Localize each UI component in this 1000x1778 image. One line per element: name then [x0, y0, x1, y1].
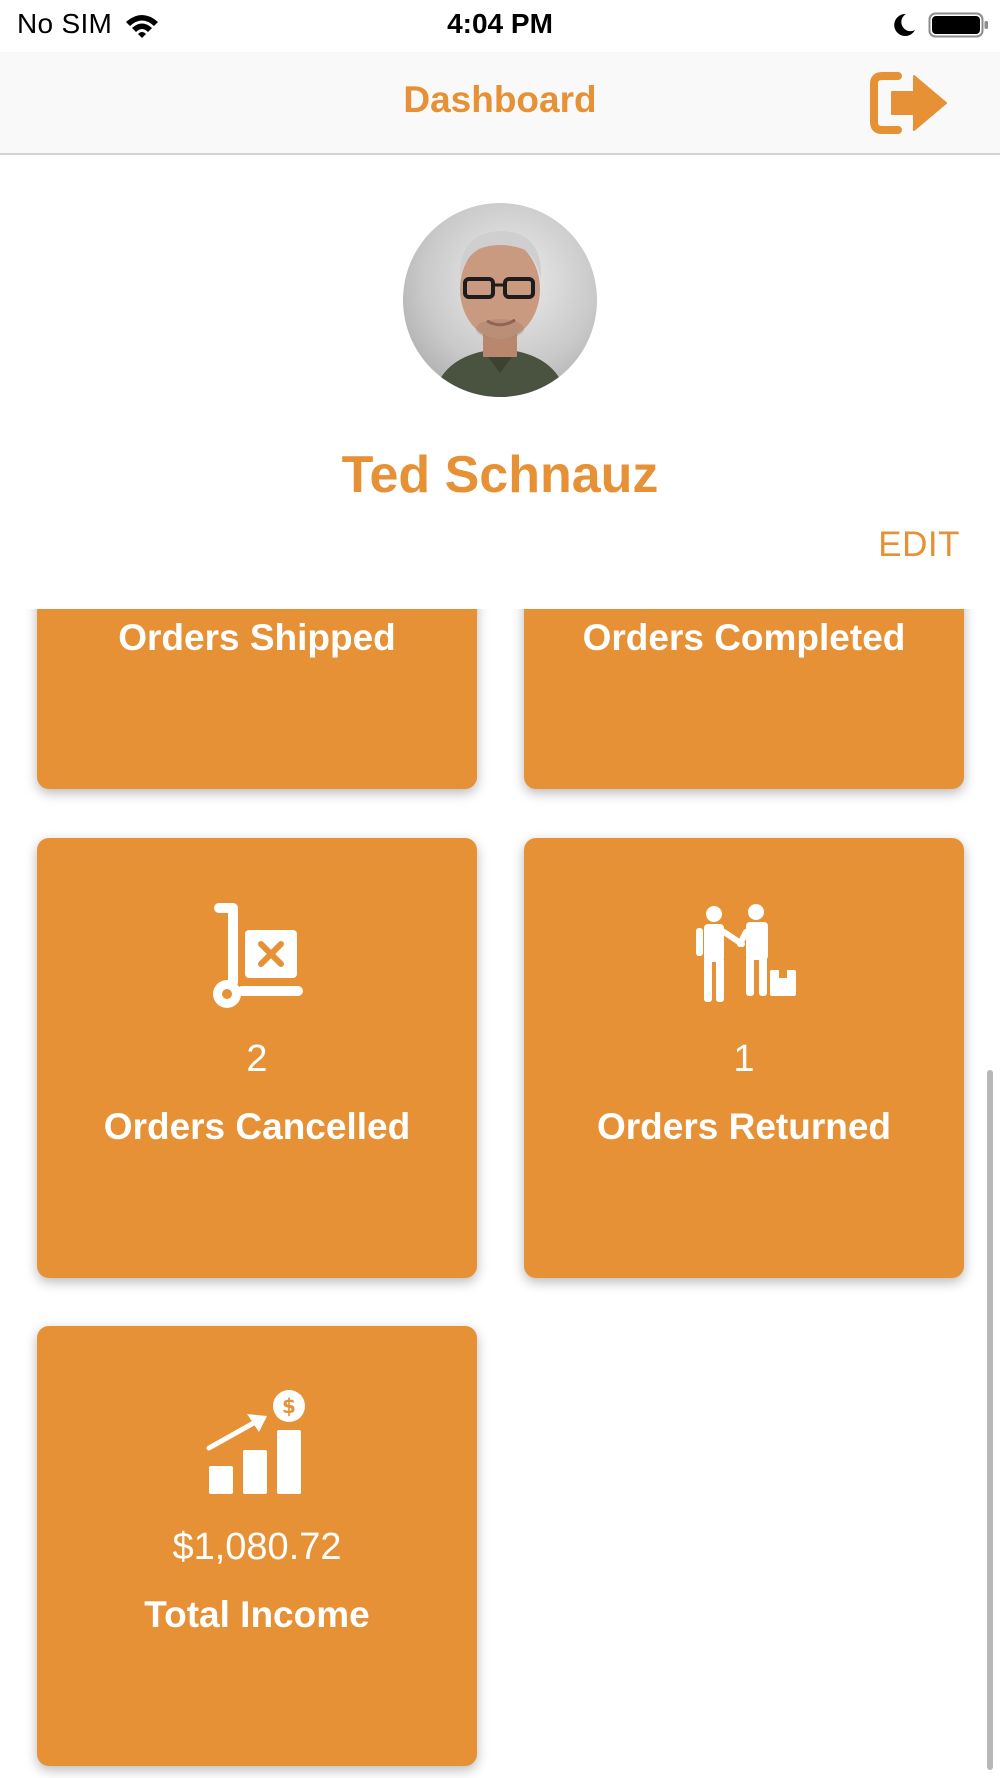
orders-cancelled-card[interactable]: 2 Orders Cancelled: [37, 838, 477, 1278]
status-bar: No SIM 4:04 PM: [0, 0, 1000, 52]
card-label: Orders Completed: [582, 617, 906, 658]
card-value: 1: [733, 1038, 755, 1080]
card-value: 2: [246, 1038, 268, 1080]
orders-returned-card[interactable]: 1 Orders Returned: [524, 838, 964, 1278]
profile-section: Ted Schnauz EDIT: [0, 155, 1000, 609]
cart-cancel-icon: [197, 898, 317, 1018]
scrollbar[interactable]: [987, 1070, 993, 1770]
orders-completed-card[interactable]: Orders Completed: [524, 609, 964, 789]
avatar[interactable]: [403, 203, 597, 397]
moon-icon: [891, 12, 917, 38]
logout-icon: [870, 72, 947, 134]
nav-bar: Dashboard: [0, 52, 1000, 155]
dashboard-grid[interactable]: Orders Shipped Orders Completed 2 Orders…: [0, 609, 1000, 1778]
orders-shipped-card[interactable]: Orders Shipped: [37, 609, 477, 789]
card-label: Orders Shipped: [118, 617, 396, 658]
card-label: Orders Cancelled: [103, 1106, 411, 1147]
clock: 4:04 PM: [447, 8, 553, 39]
edit-button[interactable]: EDIT: [878, 525, 960, 565]
battery-icon: [928, 11, 990, 39]
income-chart-icon: $: [197, 1386, 317, 1506]
logout-button[interactable]: [868, 68, 950, 138]
total-income-card[interactable]: $ $1,080.72 Total Income: [37, 1326, 477, 1766]
page-title: Dashboard: [403, 79, 597, 120]
return-icon: [684, 898, 804, 1018]
card-label: Orders Returned: [596, 1106, 891, 1147]
card-value: $1,080.72: [172, 1526, 342, 1568]
card-label: Total Income: [144, 1594, 370, 1635]
profile-name: Ted Schnauz: [341, 446, 659, 504]
svg-text:$: $: [282, 1394, 296, 1418]
